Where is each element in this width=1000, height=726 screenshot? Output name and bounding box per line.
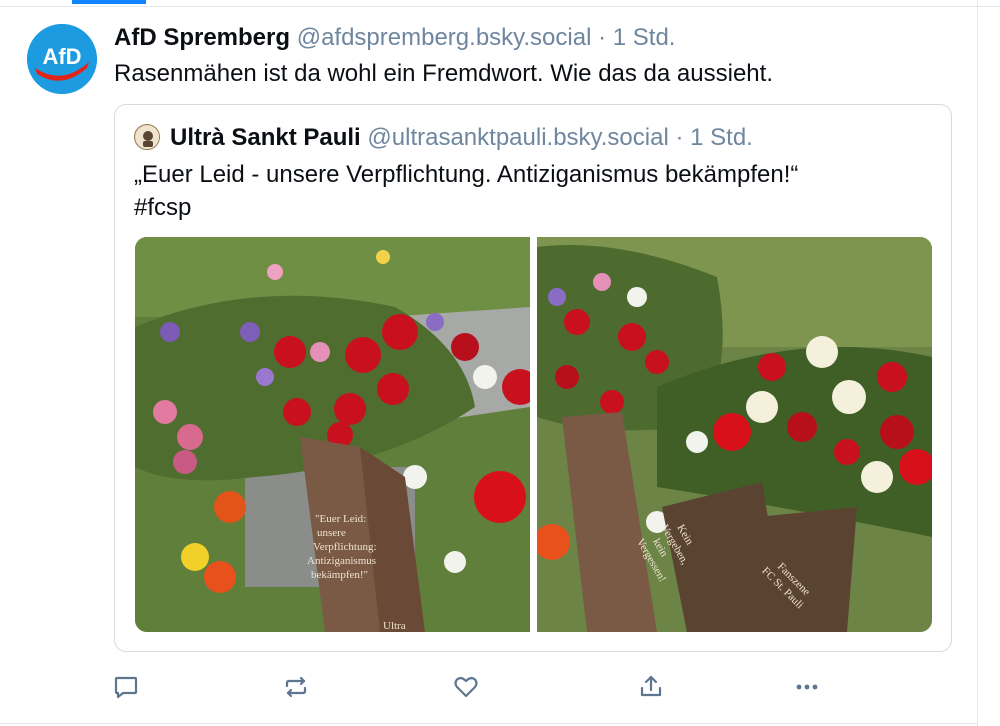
author-name[interactable]: AfD Spremberg <box>114 24 290 51</box>
quote-image-wreath-2[interactable]: Kein Vergeben, kein Vergessen! Fanszene … <box>537 237 932 632</box>
heart-icon <box>454 676 478 698</box>
quote-hashtag[interactable]: #fcsp <box>134 191 924 224</box>
more-options-button[interactable] <box>792 672 822 702</box>
ribbon-text-line: Antiziganismus <box>307 555 376 567</box>
quote-author-handle[interactable]: @ultrasanktpauli.bsky.social <box>367 124 668 151</box>
ribbon-text-line: unsere <box>317 527 346 539</box>
quote-text-line: „Euer Leid - unsere Verpflichtung. Antiz… <box>134 161 799 188</box>
active-tab-indicator <box>72 0 146 4</box>
separator-dot: · <box>598 24 607 51</box>
quote-header: Ultrà Sankt Pauli @ultrasanktpauli.bsky.… <box>170 122 753 154</box>
author-avatar[interactable]: AfD <box>27 24 97 94</box>
quote-separator-dot: · <box>675 124 684 151</box>
ribbon-text-line: "Euer Leid: <box>315 513 366 525</box>
ribbon-text-line: Verpflichtung: <box>313 541 377 553</box>
post-header: AfD Spremberg @afdspremberg.bsky.social … <box>114 22 675 54</box>
post-actions-bar <box>0 672 1000 702</box>
share-button[interactable] <box>636 672 666 702</box>
quote-text: „Euer Leid - unsere Verpflichtung. Antiz… <box>134 158 924 224</box>
post-bottom-divider <box>0 723 978 724</box>
quote-author-avatar[interactable] <box>134 124 160 150</box>
ribbon-text-line: bekämpfen!" <box>311 569 368 581</box>
quote-image-wreath-1[interactable]: "Euer Leid: unsere Verpflichtung: Antizi… <box>135 237 530 632</box>
like-button[interactable] <box>451 672 481 702</box>
repost-icon <box>285 676 307 698</box>
avatar-logo-text: AfD <box>42 44 81 69</box>
feed-right-border <box>977 0 978 726</box>
author-handle[interactable]: @afdspremberg.bsky.social <box>297 24 592 51</box>
speech-bubble-icon <box>114 676 138 699</box>
repost-button[interactable] <box>281 672 311 702</box>
share-icon <box>640 675 662 697</box>
ellipsis-icon <box>796 684 818 690</box>
post-timestamp[interactable]: 1 Std. <box>613 24 676 51</box>
ribbon-footer-text: Ultra <box>383 620 406 632</box>
quote-timestamp[interactable]: 1 Std. <box>690 124 753 151</box>
top-divider <box>0 0 1000 7</box>
quote-author-name[interactable]: Ultrà Sankt Pauli <box>170 124 361 151</box>
post-text: Rasenmähen ist da wohl ein Fremdwort. Wi… <box>114 60 773 87</box>
reply-button[interactable] <box>111 672 141 702</box>
